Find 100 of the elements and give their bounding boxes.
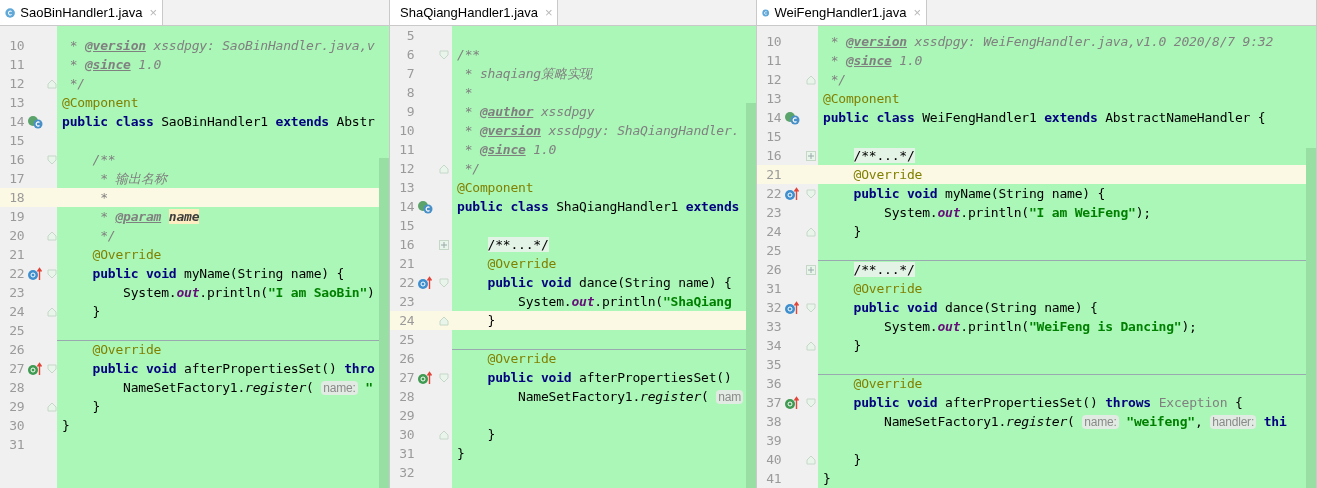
line-number: 28	[398, 387, 414, 406]
code-line: */	[829, 70, 846, 89]
tab-title: ShaQiangHandler1.java	[400, 3, 539, 22]
fold-icon[interactable]	[46, 154, 57, 165]
code-line: NameSetFactory1.register( nam	[517, 387, 744, 406]
line-number: 39	[765, 431, 781, 450]
line-number: 22	[8, 264, 24, 283]
line-number: 30	[8, 416, 24, 435]
line-number: 26	[765, 260, 781, 279]
fold-icon[interactable]	[439, 315, 449, 326]
code-line: public class ShaQiangHandler1 extends	[457, 197, 740, 216]
line-number: 37	[765, 393, 781, 412]
expand-icon[interactable]	[805, 150, 816, 161]
code-line: @Override	[91, 341, 162, 360]
file-tab[interactable]: WeiFengHandler1.java ×	[757, 0, 927, 25]
override-icon[interactable]	[417, 275, 433, 290]
line-number: 16	[398, 235, 414, 254]
code-line: @Component	[457, 178, 534, 197]
fold-icon[interactable]	[805, 397, 816, 408]
fold-icon[interactable]	[805, 188, 816, 199]
code-line: public class SaoBinHandler1 extends Abstr	[62, 112, 375, 131]
fold-icon[interactable]	[46, 78, 57, 89]
override-icon[interactable]	[784, 300, 800, 315]
fold-icon[interactable]	[439, 277, 449, 288]
line-number: 14	[8, 112, 24, 131]
class-file-icon	[5, 5, 16, 20]
fold-icon[interactable]	[46, 306, 57, 317]
line-number: 32	[398, 463, 414, 482]
line-number: 34	[765, 336, 781, 355]
fold-icon[interactable]	[439, 163, 449, 174]
line-number: 28	[8, 378, 24, 397]
file-tab[interactable]: ShaQiangHandler1.java ×	[390, 0, 558, 25]
override-icon[interactable]	[27, 266, 43, 281]
scrollbar[interactable]	[379, 158, 389, 488]
fold-icon[interactable]	[46, 268, 57, 279]
line-number: 21	[398, 254, 414, 273]
scrollbar[interactable]	[746, 103, 756, 488]
implements-icon[interactable]	[784, 395, 800, 410]
code-line: @Override	[852, 375, 923, 394]
line-number: 12	[8, 74, 24, 93]
line-number: 30	[398, 425, 414, 444]
code-line: /**	[457, 45, 480, 64]
class-icon[interactable]	[417, 199, 433, 214]
line-number: 15	[398, 216, 414, 235]
code-line: }	[852, 336, 862, 355]
line-number: 19	[8, 207, 24, 226]
line-number: 21	[765, 165, 781, 184]
line-number: 13	[398, 178, 414, 197]
code-line: }	[486, 425, 496, 444]
fold-icon[interactable]	[805, 340, 816, 351]
code-line: @Component	[823, 89, 900, 108]
scrollbar[interactable]	[1306, 148, 1316, 488]
line-number: 31	[765, 279, 781, 298]
line-number: 24	[765, 222, 781, 241]
line-number: 5	[405, 26, 414, 45]
code-line: public class WeiFengHandler1 extends AbstractNameHandler {	[823, 108, 1266, 127]
code-line: public void myName(String name) {	[91, 264, 345, 283]
fold-icon[interactable]	[805, 302, 816, 313]
implements-icon[interactable]	[417, 370, 433, 385]
line-number: 15	[8, 131, 24, 150]
code-line: }	[91, 397, 101, 416]
file-tab[interactable]: SaoBinHandler1.java ×	[0, 0, 163, 25]
fold-icon[interactable]	[439, 372, 449, 383]
line-number: 26	[8, 340, 24, 359]
fold-icon[interactable]	[805, 226, 816, 237]
code-line: NameSetFactory1.register( name: "weifeng", handler: thi	[883, 412, 1287, 431]
code-line: @Override	[486, 350, 557, 369]
line-number: 10	[398, 121, 414, 140]
fold-icon[interactable]	[46, 230, 57, 241]
expand-icon[interactable]	[439, 239, 449, 250]
fold-icon[interactable]	[439, 429, 449, 440]
code-line: *	[463, 83, 473, 102]
class-icon[interactable]	[784, 110, 800, 125]
code-line: System.out.println("I am WeiFeng");	[883, 203, 1151, 222]
code-line: }	[62, 416, 70, 435]
code-line: }	[486, 311, 496, 330]
code-line: }	[852, 222, 862, 241]
line-number: 24	[398, 311, 414, 330]
code-line: public void afterPropertiesSet() throws Exception {	[852, 393, 1243, 412]
fold-icon[interactable]	[439, 49, 449, 60]
line-number: 10	[8, 36, 24, 55]
line-number: 38	[765, 412, 781, 431]
implements-icon[interactable]	[27, 361, 43, 376]
line-number: 25	[765, 241, 781, 260]
code-line: }	[852, 450, 862, 469]
line-number: 15	[765, 127, 781, 146]
fold-icon[interactable]	[46, 363, 57, 374]
fold-icon[interactable]	[46, 401, 57, 412]
class-icon[interactable]	[27, 114, 43, 129]
expand-icon[interactable]	[805, 264, 816, 275]
line-number: 21	[8, 245, 24, 264]
code-line: System.out.println("WeiFeng is Dancing");	[883, 317, 1197, 336]
line-number: 29	[8, 397, 24, 416]
code-line: public void afterPropertiesSet() thro	[91, 359, 375, 378]
code-line: * shaqiang策略实现	[463, 64, 593, 83]
override-icon[interactable]	[784, 186, 800, 201]
code-line: *	[99, 188, 108, 207]
fold-icon[interactable]	[805, 454, 816, 465]
code-line: public void myName(String name) {	[852, 184, 1106, 203]
fold-icon[interactable]	[805, 74, 816, 85]
